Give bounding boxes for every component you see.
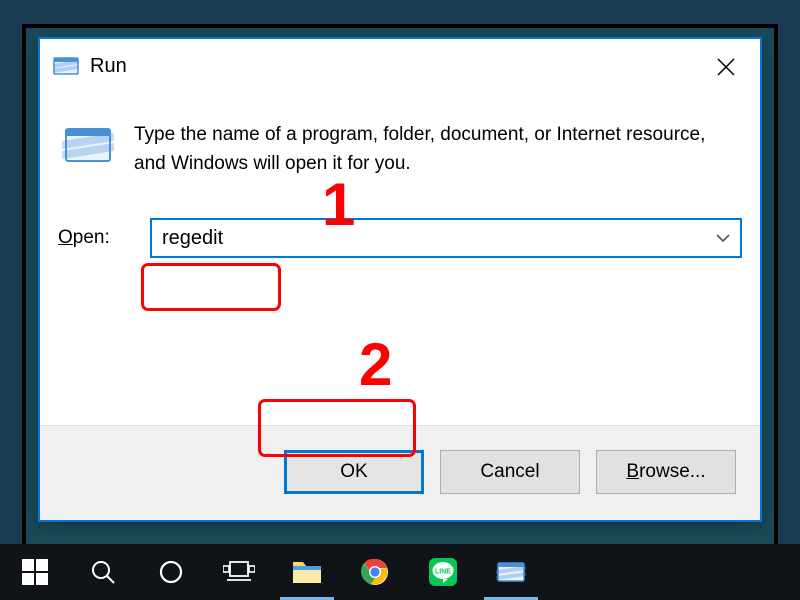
browse-button[interactable]: Browse... bbox=[596, 450, 736, 494]
open-combobox[interactable]: regedit bbox=[150, 218, 742, 258]
ok-button-label: OK bbox=[340, 461, 367, 483]
cortana-button[interactable] bbox=[138, 544, 204, 600]
start-button[interactable] bbox=[2, 544, 68, 600]
dialog-title: Run bbox=[90, 55, 127, 78]
cancel-button-label: Cancel bbox=[480, 461, 539, 483]
chevron-down-icon[interactable] bbox=[716, 230, 730, 246]
line-button[interactable]: LINE bbox=[410, 544, 476, 600]
close-button[interactable] bbox=[706, 49, 746, 85]
run-body-icon bbox=[58, 121, 118, 169]
run-app-button[interactable] bbox=[478, 544, 544, 600]
run-dialog: Run Type the name of a program, folder, … bbox=[38, 37, 762, 522]
run-title-icon bbox=[52, 52, 80, 80]
taskview-button[interactable] bbox=[206, 544, 272, 600]
annotation-step-1: 1 bbox=[322, 170, 355, 239]
search-button[interactable] bbox=[70, 544, 136, 600]
ok-button[interactable]: OK bbox=[284, 450, 424, 494]
open-label: Open: bbox=[58, 227, 138, 249]
svg-text:LINE: LINE bbox=[435, 569, 451, 576]
taskbar: LINE bbox=[0, 544, 800, 600]
dialog-description: Type the name of a program, folder, docu… bbox=[134, 121, 742, 178]
annotation-step-2: 2 bbox=[359, 330, 392, 399]
browse-button-label: Browse... bbox=[626, 461, 705, 483]
file-explorer-button[interactable] bbox=[274, 544, 340, 600]
titlebar: Run bbox=[40, 39, 760, 93]
cancel-button[interactable]: Cancel bbox=[440, 450, 580, 494]
chrome-button[interactable] bbox=[342, 544, 408, 600]
open-input-value: regedit bbox=[162, 227, 223, 250]
dialog-body: Type the name of a program, folder, docu… bbox=[40, 93, 760, 425]
button-bar: OK Cancel Browse... bbox=[40, 425, 760, 520]
